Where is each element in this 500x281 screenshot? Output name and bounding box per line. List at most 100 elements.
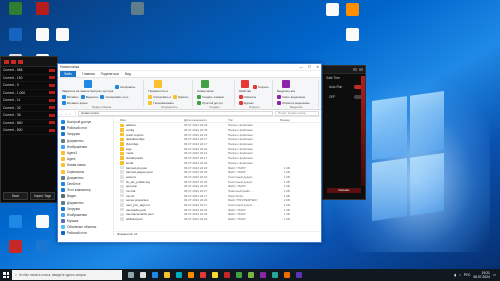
taskbar-app-icon[interactable] [296, 272, 302, 278]
desktop-icon[interactable] [30, 215, 54, 229]
dark-app-import-button[interactable]: Import Tags [30, 192, 55, 200]
ribbon-command[interactable]: Создать элемент [197, 95, 225, 99]
address-bar[interactable]: Новая папка [78, 110, 273, 116]
network-icon[interactable]: ▮ [454, 273, 456, 277]
ribbon-command[interactable]: Открыть [252, 80, 269, 93]
volume-icon[interactable]: ♪ [459, 273, 461, 277]
search-input[interactable]: Поиск: Новая папка [275, 110, 319, 116]
ribbon-command[interactable]: Свойства [239, 80, 251, 93]
taskbar-app-icon[interactable] [272, 272, 278, 278]
right-app-toggle-row[interactable]: OFF [323, 92, 365, 102]
taskbar-app-icon[interactable] [152, 272, 158, 278]
taskbar-app-icon[interactable] [248, 272, 254, 278]
minimize-icon[interactable] [353, 68, 357, 71]
dark-app-row-button[interactable] [49, 98, 55, 102]
file-row[interactable]: run.sh 06.07.2024 22:17 Shell Script 1 КБ [114, 193, 321, 198]
close-icon[interactable]: ✕ [316, 65, 319, 69]
file-row[interactable]: user_jvm_args.txt 06.07.2024 22:17 Текстов… [114, 203, 321, 208]
dark-app-row[interactable]: Current - 860 [1, 120, 57, 127]
taskbar-search[interactable]: ⌕ Чтобы начать поиск, введите здесь запр… [12, 270, 122, 280]
tab-file[interactable]: Файл [60, 71, 77, 77]
column-size[interactable]: Размер [270, 118, 290, 122]
ribbon-command[interactable]: Закрепить на панели быстрого доступа [62, 80, 113, 93]
file-row[interactable]: usercache.json 06.07.2024 22:23 Файл "JSON… [114, 207, 321, 212]
file-row[interactable]: usernamecache.json 06.07.2024 22:23 Файл "… [114, 212, 321, 217]
dark-app-row-button[interactable] [49, 91, 55, 95]
tab-share[interactable]: Поделиться [101, 72, 119, 76]
file-row[interactable]: fix_ids_profiler.log 06.07.2024 22:23 Текс… [114, 179, 321, 184]
taskbar-app-icon[interactable] [176, 272, 182, 278]
desktop-icon[interactable] [125, 2, 149, 16]
dark-app-row[interactable]: Current - 0 [1, 82, 57, 90]
taskbar-app-icon[interactable] [200, 272, 206, 278]
taskbar-app-icon[interactable] [224, 272, 230, 278]
dark-app-row[interactable]: Current - 1,000 [1, 90, 57, 97]
taskbar-app-icon[interactable] [212, 272, 218, 278]
dark-app-row[interactable]: Current - 888 [1, 67, 57, 75]
desktop-icon[interactable] [30, 2, 54, 16]
nav-arrows[interactable]: ← → ↑ [60, 110, 76, 116]
tab-view[interactable]: Вид [125, 72, 131, 76]
nav-item[interactable]: Рабочий стол [58, 230, 113, 236]
start-button[interactable] [0, 269, 12, 281]
file-row[interactable]: server.properties 06.07.2024 22:23 Файл "P… [114, 198, 321, 203]
ribbon-command[interactable]: Вставить [62, 95, 79, 99]
file-row[interactable]: run.bat 06.07.2024 22:17 Пакетный файл ...… [114, 189, 321, 194]
dark-app-row-button[interactable] [49, 83, 55, 87]
column-name[interactable]: Имя [114, 118, 184, 122]
taskbar-app-icon[interactable] [140, 272, 146, 278]
dark-app-save-button[interactable]: Save [3, 192, 28, 200]
ribbon-command[interactable]: Изменить [238, 95, 256, 99]
dark-app-row[interactable]: Current - 11 [1, 97, 57, 105]
notifications-icon[interactable]: ▭ [493, 273, 496, 277]
desktop-icon[interactable] [3, 2, 27, 16]
taskbar-app-icon[interactable] [236, 272, 242, 278]
taskbar-app-icon[interactable] [260, 272, 266, 278]
maximize-icon[interactable]: ☐ [308, 65, 311, 69]
ribbon-command[interactable]: Копировать [115, 80, 135, 93]
right-app-toggle-row[interactable]: Auto Run [323, 82, 365, 92]
desktop-icon[interactable] [3, 240, 27, 254]
file-row[interactable]: whitelist.json 06.07.2024 22:23 Файл "JSON… [114, 217, 321, 222]
close-icon[interactable] [359, 68, 363, 71]
file-row[interactable]: banned-ips.json 06.07.2024 22:23 Файл "JSO… [114, 165, 321, 170]
ribbon-command[interactable]: Вырезать [80, 95, 98, 99]
dark-app-row-button[interactable] [49, 113, 55, 117]
clock[interactable]: 19:21 06.07.2024 [473, 271, 490, 279]
taskbar-app-icon[interactable] [284, 272, 290, 278]
file-row[interactable]: ops.json 06.07.2024 22:23 Файл "JSON" 1 КБ [114, 184, 321, 189]
taskbar-app-icon[interactable] [188, 272, 194, 278]
desktop-icon[interactable] [3, 215, 27, 229]
tab-home[interactable]: Главная [82, 72, 95, 76]
dark-app-row-button[interactable] [49, 76, 55, 80]
taskbar-app-icon[interactable] [164, 272, 170, 278]
ribbon-command[interactable]: Выделить все [277, 80, 295, 93]
right-app-defaults-button[interactable]: Defaults [327, 188, 361, 193]
ribbon-command[interactable]: Новая папка [197, 80, 214, 93]
minimize-icon[interactable]: — [299, 65, 303, 69]
ribbon-command[interactable]: Переместить в [148, 80, 168, 93]
ribbon-command[interactable]: Копировать в [148, 95, 171, 99]
desktop-icon[interactable] [30, 240, 54, 254]
taskbar-app-icon[interactable] [128, 272, 134, 278]
column-date[interactable]: Дата изменения [184, 118, 228, 122]
ribbon-command[interactable]: Удалить [172, 95, 188, 99]
ribbon-command[interactable]: Снять выделение [277, 95, 305, 99]
dark-app-row[interactable]: Current - 36 [1, 112, 57, 120]
dark-app-row-button[interactable] [49, 106, 55, 110]
file-row[interactable]: eula.txt 06.07.2024 22:16 Текстовый докум.… [114, 175, 321, 180]
dark-app-row-button[interactable] [49, 68, 55, 72]
desktop-icon[interactable] [340, 28, 364, 42]
language-indicator[interactable]: РУС [464, 273, 471, 277]
desktop-icon[interactable] [3, 28, 27, 42]
dark-app-row-button[interactable] [49, 121, 55, 125]
dark-app-row[interactable]: Current - 32 [1, 105, 57, 112]
ribbon-command[interactable]: Скопировать путь [100, 95, 128, 99]
dark-app-row[interactable]: Current - 150 [1, 75, 57, 82]
desktop-icon[interactable] [340, 3, 364, 17]
column-type[interactable]: Тип [228, 118, 270, 122]
dark-app-row-button[interactable] [49, 128, 55, 132]
file-row[interactable]: banned-players.json 06.07.2024 22:23 Файл … [114, 170, 321, 175]
desktop-icon[interactable] [50, 28, 74, 42]
dark-app-row[interactable]: Current - 800 [1, 127, 57, 135]
